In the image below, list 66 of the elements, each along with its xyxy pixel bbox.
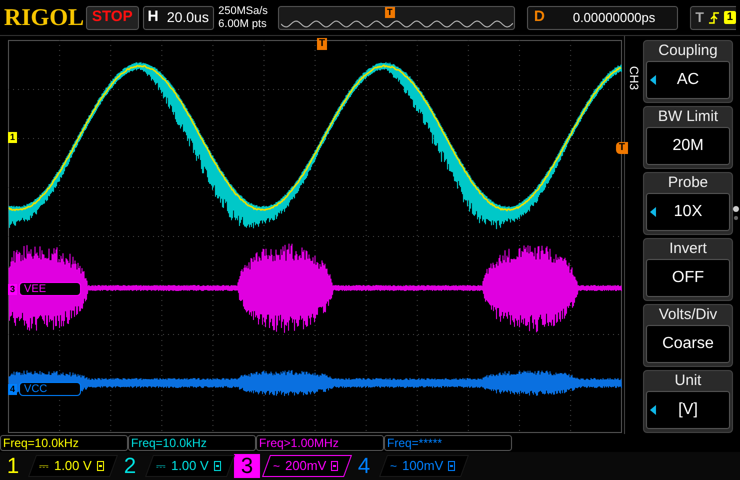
timebase-value: 20.0us (166, 8, 210, 27)
run-status[interactable]: STOP (86, 6, 139, 30)
channel-scale: 100mV (402, 457, 444, 476)
trigger-source: 1 (724, 11, 736, 24)
menu-value: OFF (672, 268, 704, 288)
menu-softkey[interactable]: Volts/Div Coarse (643, 304, 733, 367)
timebase-label: H (146, 7, 160, 28)
menu-softkey[interactable]: Invert OFF (643, 238, 733, 301)
trigger-marker: T (385, 6, 395, 18)
bandwidth-icon (214, 461, 221, 471)
menu-softkey[interactable]: Coupling AC (643, 40, 733, 103)
trigger-label: T (695, 8, 704, 27)
channel-scale: 1.00 V (54, 457, 92, 476)
sample-rate: 250MSa/s (218, 4, 269, 18)
coupling-symbol: ⎓ (156, 458, 166, 475)
channel-button[interactable]: 1 (0, 454, 26, 478)
logo: RIGOL (4, 6, 82, 30)
frequency-readout: Freq=***** (384, 435, 512, 451)
channel-scale-box[interactable]: ⎓ 1.00 V (145, 455, 235, 477)
channel-scale: 1.00 V (171, 457, 209, 476)
delay-value: 0.00000000ps (572, 8, 656, 27)
menu-value: Coarse (662, 334, 714, 354)
frequency-readout: Freq=10.0kHz (128, 435, 256, 451)
memory-depth: 6.00M pts (218, 18, 268, 30)
bandwidth-icon (331, 461, 338, 471)
frequency-readout: Freq>1.00MHz (256, 435, 384, 451)
channel-button[interactable]: 3 (234, 454, 260, 478)
menu-title: BW Limit (657, 107, 719, 127)
channel-label: VCC (19, 382, 82, 396)
trigger-level-marker: T (616, 142, 628, 154)
trigger-box[interactable]: T 1 (690, 6, 736, 30)
channel-marker: 4 (8, 384, 18, 394)
menu-title: Volts/Div (658, 305, 718, 325)
channel-scale-box[interactable]: ~ 200mV (262, 455, 352, 477)
coupling-symbol: ⎓ (39, 458, 49, 475)
menu-value: AC (676, 70, 700, 90)
delay-label: D (532, 7, 546, 28)
channel-scale: 200mV (285, 457, 326, 476)
coupling-symbol: ~ (273, 458, 280, 475)
menu-value: 20M (672, 136, 704, 156)
rising-edge-icon (708, 10, 719, 24)
menu-softkey[interactable]: Probe 10X (643, 172, 733, 235)
menu-title: Invert (668, 239, 708, 259)
menu-softkey[interactable]: Unit [V] (643, 370, 733, 433)
menu-title: Unit (674, 371, 702, 391)
channel-menu-label: CH3 (628, 66, 640, 92)
channel-scale-box[interactable]: ~ 100mV (379, 455, 469, 477)
channel-marker: 3 (8, 284, 18, 294)
bandwidth-icon (448, 461, 456, 471)
menu-title: Coupling (657, 41, 719, 61)
channel-scale-box[interactable]: ⎓ 1.00 V (28, 455, 118, 477)
coupling-symbol: ~ (390, 458, 398, 475)
frequency-readout: Freq=10.0kHz (0, 435, 128, 451)
timebase-box[interactable]: H 20.0us (142, 6, 214, 30)
channel-button[interactable]: 2 (117, 454, 143, 478)
channel-label: VEE (19, 282, 82, 296)
menu-value: 10X (674, 202, 702, 222)
menu-title: Probe (666, 173, 710, 193)
delay-box[interactable]: D 0.00000000ps (526, 6, 678, 30)
menu-softkey[interactable]: BW Limit 20M (643, 106, 733, 169)
channel-button[interactable]: 4 (351, 454, 377, 478)
page-indicator (733, 206, 739, 220)
trigger-position-marker: T (317, 38, 328, 50)
menu-value: [V] (678, 400, 698, 420)
channel-marker: 1 (8, 132, 18, 143)
bandwidth-icon (96, 461, 104, 471)
